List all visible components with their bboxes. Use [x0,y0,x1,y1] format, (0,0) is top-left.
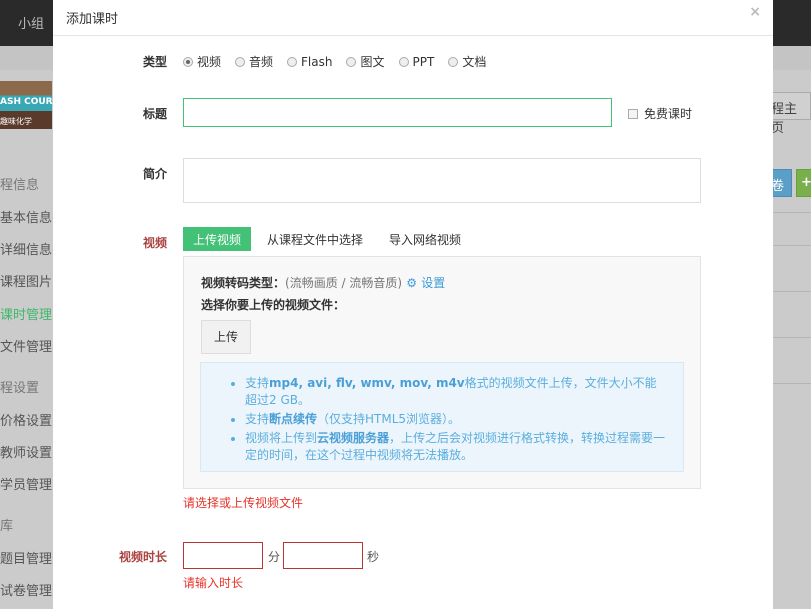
seconds-input[interactable] [283,542,363,569]
tip-item: 支持mp4, avi, flv, wmv, mov, m4v格式的视频文件上传，… [245,375,667,409]
radio-ppt[interactable]: PPT [398,53,435,70]
tab-upload-video[interactable]: 上传视频 [183,227,252,251]
add-button[interactable]: + [796,169,811,197]
upload-button[interactable]: 上传 [201,320,251,354]
type-label: 类型 [142,55,167,69]
radio-icon [235,56,246,67]
free-lesson-label: 免费课时 [644,107,693,121]
divider [773,212,811,213]
tip-item: 支持断点续传（仅支持HTML5浏览器）。 [245,411,667,428]
divider [773,383,811,384]
sidebar-section-settings: 程设置 [0,381,40,396]
video-error: 请选择或上传视频文件 [183,496,304,510]
checkbox-icon [628,108,638,119]
close-icon[interactable]: × [749,4,761,20]
free-lesson-checkbox[interactable]: 免费课时 [628,105,692,122]
minutes-input[interactable] [183,542,263,569]
transcode-label: 视频转码类型： [201,276,286,290]
minutes-unit: 分 [268,550,281,564]
radio-label: 视频 [197,55,222,69]
radio-label: PPT [412,54,435,69]
modal-title: 添加课时 [53,0,773,36]
sidebar-item-teacher[interactable]: 教师设置 [0,442,52,461]
radio-text[interactable]: 图文 [346,53,385,70]
transcode-value: (流畅画质 / 流畅音质) [285,276,403,290]
sidebar-item-files[interactable]: 文件管理 [0,336,52,355]
radio-icon [183,56,193,67]
sidebar-item-basic[interactable]: 基本信息 [0,207,52,226]
transcode-row: 视频转码类型：(流畅画质 / 流畅音质) ⚙ 设置 [201,274,445,291]
course-thumbnail: ASH COURSE 趣味化学 [0,81,65,129]
thumb-caption: 趣味化学 [0,117,32,126]
radio-flash[interactable]: Flash [287,53,332,70]
radio-icon [398,56,409,67]
title-label: 标题 [142,107,167,121]
title-input[interactable] [183,98,612,127]
settings-link[interactable]: 设置 [421,276,445,290]
gear-icon[interactable]: ⚙ [406,276,417,290]
duration-label: 视频时长 [118,550,167,564]
summary-textarea[interactable] [183,158,701,203]
radio-label: 文档 [462,55,487,69]
tab-import-online[interactable]: 导入网络视频 [379,227,471,251]
summary-label: 简介 [142,167,167,181]
radio-label: 音频 [249,55,274,69]
sidebar-section-info: 程信息 [0,178,40,193]
sidebar-item-papers[interactable]: 试卷管理 [0,580,52,599]
divider [773,245,811,246]
sidebar-item-price[interactable]: 价格设置 [0,410,52,429]
tab-choose-from-files[interactable]: 从课程文件中选择 [257,227,373,251]
seconds-unit: 秒 [367,550,380,564]
radio-document[interactable]: 文档 [448,53,486,70]
video-source-tabs: 上传视频 从课程文件中选择 导入网络视频 [183,227,477,251]
radio-label: 图文 [360,55,385,69]
sidebar-item-detail[interactable]: 详细信息 [0,239,52,258]
upload-panel: 视频转码类型：(流畅画质 / 流畅音质) ⚙ 设置 选择你要上传的视频文件： 上… [183,256,701,489]
radio-icon [287,56,298,67]
choose-file-label: 选择你要上传的视频文件： [201,298,346,312]
radio-audio[interactable]: 音频 [235,53,273,70]
sidebar-item-lessons[interactable]: 课时管理 [0,304,52,323]
upload-tips: 支持mp4, avi, flv, wmv, mov, m4v格式的视频文件上传，… [200,362,684,472]
divider [773,291,811,292]
duration-error: 请输入时长 [183,576,244,590]
radio-icon [448,56,459,67]
radio-icon [346,56,357,67]
sidebar-section-bank: 库 [0,519,14,534]
sidebar-item-questions[interactable]: 题目管理 [0,548,52,567]
add-lesson-modal: 添加课时 × 类型 视频 音频 Flash 图文 PPT 文档 标题 免费课时 … [53,0,773,609]
sidebar-item-picture[interactable]: 课程图片 [0,271,52,290]
type-radio-group: 视频 音频 Flash 图文 PPT 文档 [183,53,486,70]
video-label: 视频 [142,236,167,250]
sidebar-item-students[interactable]: 学员管理 [0,474,52,493]
radio-label: Flash [301,54,333,69]
tip-item: 视频将上传到云视频服务器，上传之后会对视频进行格式转换，转换过程需要一定的时间，… [245,430,667,464]
nav-item-groups[interactable]: 小组 [18,13,44,32]
divider [773,337,811,338]
radio-video[interactable]: 视频 [183,53,221,70]
